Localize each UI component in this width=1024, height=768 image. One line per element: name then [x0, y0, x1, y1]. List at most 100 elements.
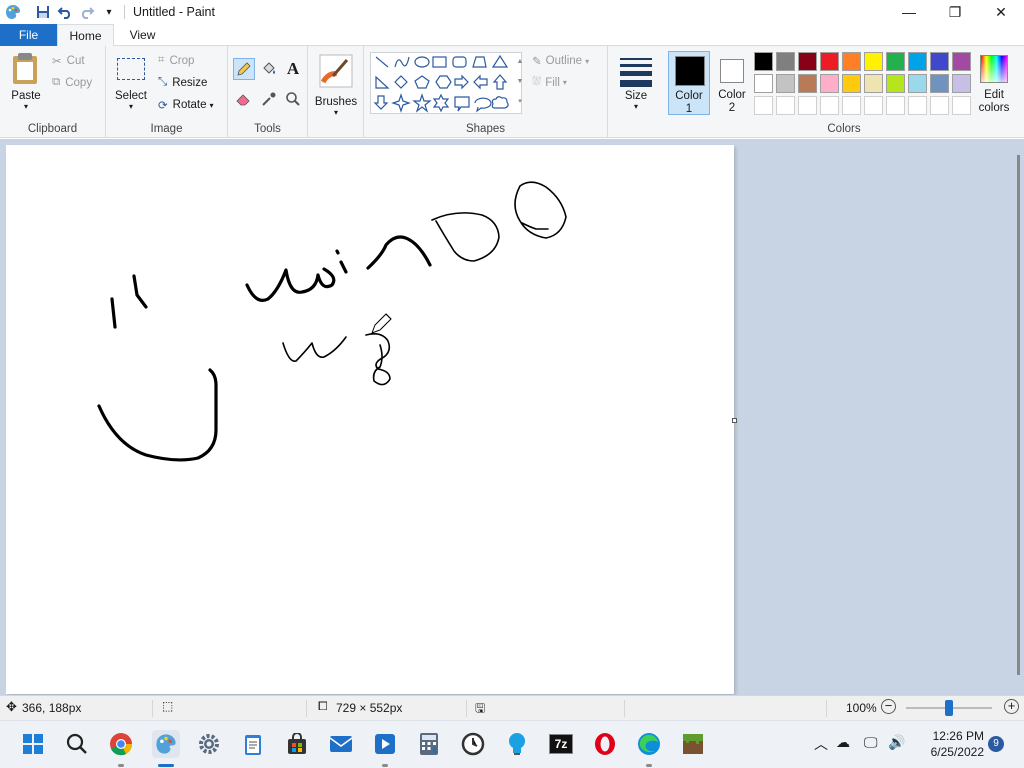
tips-taskbar-button[interactable] [504, 731, 530, 757]
brushes-button[interactable]: Brushes ▾ [312, 52, 360, 117]
custom-color-slot[interactable] [930, 96, 949, 115]
palette-swatch[interactable] [754, 52, 773, 71]
cut-button[interactable]: ✂ Cut [52, 54, 85, 68]
undo-icon[interactable] [54, 1, 76, 23]
pencil-tool[interactable] [233, 58, 255, 80]
fill-button[interactable]: ⛆ Fill ▾ [532, 76, 567, 89]
opera-taskbar-button[interactable] [592, 731, 618, 757]
right-arrow-shape-icon [454, 74, 469, 90]
shapes-scroll[interactable]: ▲ ▼ ▾ [514, 52, 526, 114]
select-button[interactable]: Select ▾ [114, 54, 148, 114]
store-taskbar-button[interactable] [284, 731, 310, 757]
canvas-resize-handle[interactable] [732, 418, 737, 423]
eraser-tool[interactable] [233, 88, 255, 110]
text-tool[interactable]: A [282, 58, 304, 80]
custom-color-slot[interactable] [754, 96, 773, 115]
color1-label-line2: 1 [685, 103, 693, 115]
clipboard-icon [13, 53, 37, 84]
paste-button[interactable]: Paste ▾ [6, 50, 46, 114]
show-hidden-icons-chevron-icon[interactable]: ︿ [814, 734, 828, 754]
palette-swatch[interactable] [820, 52, 839, 71]
pentagon-shape-icon [414, 75, 430, 89]
palette-swatch[interactable] [908, 74, 927, 93]
palette-swatch[interactable] [864, 74, 883, 93]
calculator-taskbar-button[interactable] [416, 731, 442, 757]
color1-button[interactable]: Color 1 [668, 51, 710, 115]
palette-swatch[interactable] [930, 74, 949, 93]
palette-swatch[interactable] [798, 74, 817, 93]
tab-file[interactable]: File [0, 24, 57, 46]
palette-swatch[interactable] [864, 52, 883, 71]
start-button[interactable] [20, 731, 46, 757]
edit-colors-button[interactable]: Edit colors [974, 51, 1014, 115]
resize-button[interactable]: ⤡ Resize [158, 76, 207, 89]
palette-swatch[interactable] [798, 52, 817, 71]
palette-swatch[interactable] [930, 52, 949, 71]
custom-color-slot[interactable] [820, 96, 839, 115]
onedrive-offline-icon[interactable]: ☁ [836, 734, 850, 751]
four-point-star-shape-icon [391, 93, 411, 113]
notification-badge[interactable]: 9 [988, 736, 1004, 752]
palette-swatch[interactable] [886, 74, 905, 93]
palette-swatch[interactable] [776, 74, 795, 93]
custom-color-slot[interactable] [908, 96, 927, 115]
copy-button[interactable]: ⧉ Copy [52, 76, 92, 89]
7zip-taskbar-button[interactable]: 7z [548, 731, 574, 757]
magnifier-tool[interactable] [282, 88, 304, 110]
palette-swatch[interactable] [842, 74, 861, 93]
shapes-group: ▲ ▼ ▾ ✎ Outline ▾ ⛆ Fill ▾ Shapes [364, 46, 608, 138]
tab-home[interactable]: Home [57, 24, 114, 47]
minecraft-taskbar-button[interactable] [680, 731, 706, 757]
paint-app-icon[interactable] [2, 1, 24, 23]
custom-color-slot[interactable] [842, 96, 861, 115]
edit-colors-label-line1: Edit [984, 89, 1004, 101]
search-button[interactable] [64, 731, 90, 757]
tab-view[interactable]: View [114, 24, 171, 46]
volume-icon[interactable]: 🔊 [888, 734, 905, 751]
network-icon[interactable]: 🖵 [864, 734, 878, 751]
minimize-button[interactable]: — [886, 0, 932, 24]
zoom-out-button[interactable]: − [881, 699, 896, 714]
paint-taskbar-button[interactable] [152, 730, 180, 767]
custom-color-slot[interactable] [952, 96, 971, 115]
custom-color-slot[interactable] [798, 96, 817, 115]
size-button[interactable]: Size ▾ [616, 54, 656, 114]
zoom-slider-thumb[interactable] [945, 700, 953, 716]
fill-tool[interactable] [258, 58, 280, 80]
palette-swatch[interactable] [908, 52, 927, 71]
palette-swatch[interactable] [952, 74, 971, 93]
redo-icon[interactable] [76, 1, 98, 23]
palette-swatch[interactable] [754, 74, 773, 93]
custom-color-slot[interactable] [776, 96, 795, 115]
custom-color-slot[interactable] [864, 96, 883, 115]
drawing-canvas[interactable] [6, 145, 737, 694]
palette-swatch[interactable] [776, 52, 795, 71]
color-picker-tool[interactable] [258, 88, 280, 110]
customize-toolbar-icon[interactable]: ▾ [98, 1, 120, 23]
mail-taskbar-button[interactable] [328, 731, 354, 757]
zoom-slider[interactable] [906, 700, 992, 716]
palette-swatch[interactable] [886, 52, 905, 71]
palette-swatch[interactable] [820, 74, 839, 93]
vertical-scrollbar[interactable] [1017, 155, 1020, 675]
pencil-cursor [371, 313, 392, 334]
maximize-button[interactable]: ❐ [932, 0, 978, 24]
rotate-button[interactable]: ⟳ Rotate ▾ [158, 98, 214, 112]
settings-taskbar-button[interactable] [196, 731, 222, 757]
clock-area[interactable]: 12:26 PM 6/25/2022 [912, 728, 984, 760]
color2-button[interactable]: Color 2 [712, 51, 752, 115]
outline-button[interactable]: ✎ Outline ▾ [532, 54, 589, 68]
close-button[interactable]: ✕ [978, 0, 1024, 24]
media-player-taskbar-button[interactable] [372, 731, 398, 767]
palette-swatch[interactable] [842, 52, 861, 71]
notepad-taskbar-button[interactable] [240, 731, 266, 757]
palette-swatch[interactable] [952, 52, 971, 71]
clock-icon [461, 732, 485, 756]
zoom-in-button[interactable]: + [1004, 699, 1019, 714]
save-icon[interactable] [32, 1, 54, 23]
crop-button[interactable]: ⌗ Crop [158, 54, 194, 67]
custom-color-slot[interactable] [886, 96, 905, 115]
clock-app-taskbar-button[interactable] [460, 731, 486, 757]
edge-taskbar-button[interactable] [636, 731, 662, 767]
chrome-taskbar-button[interactable] [108, 731, 134, 767]
